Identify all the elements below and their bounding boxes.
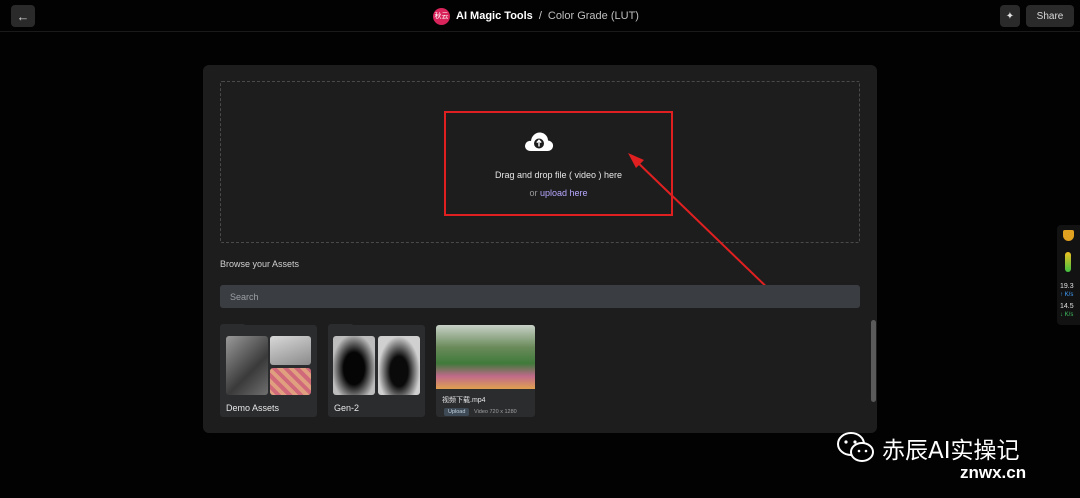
upload-speed: 19.3 [1060, 283, 1074, 290]
browse-assets-label: Browse your Assets [220, 259, 300, 269]
app-name[interactable]: AI Magic Tools [456, 10, 533, 22]
upload-line: or upload here [444, 188, 673, 198]
watermark-text: 赤辰AI实操记 [882, 438, 1020, 464]
drop-instruction: Drag and drop file ( video ) here [494, 170, 623, 180]
upload-link[interactable]: upload here [540, 188, 588, 198]
video-meta: Video 720 x 1280 [474, 409, 517, 415]
upload-badge: Upload [444, 408, 470, 416]
arrow-left-icon: ← [16, 8, 30, 24]
top-bar: ← 秋云 AI Magic Tools / Color Grade (LUT) … [0, 0, 1080, 32]
video-filename: 视频下载.mp4 [442, 397, 486, 404]
folder-label: Demo Assets [226, 403, 280, 413]
sparkle-icon: ✦ [1005, 10, 1015, 22]
scrollbar[interactable] [871, 320, 876, 402]
back-button[interactable]: ← [11, 5, 35, 27]
cloud-upload-icon[interactable] [524, 130, 554, 152]
folder-thumbnail [226, 336, 268, 395]
download-speed: 14.5 [1060, 303, 1074, 310]
folder-thumbnail [270, 368, 311, 395]
or-text: or [529, 188, 540, 198]
video-asset-card[interactable]: 视频下载.mp4 Upload Video 720 x 1280 [436, 325, 535, 417]
search-input[interactable] [220, 285, 860, 308]
wechat-icon [837, 432, 874, 462]
watermark-site: znwx.cn [960, 463, 1027, 482]
breadcrumb-separator: / [538, 10, 542, 22]
breadcrumb: 秋云 AI Magic Tools / Color Grade (LUT) [433, 7, 639, 25]
upload-highlight-box [444, 111, 673, 216]
folder-thumbnail [270, 336, 311, 365]
shield-icon [1063, 230, 1074, 241]
tool-name: Color Grade (LUT) [547, 10, 639, 22]
upload-unit: ↑ K/s [1060, 292, 1074, 298]
folder-label: Gen-2 [334, 403, 360, 413]
video-thumbnail [436, 325, 535, 389]
gauge-icon [1065, 252, 1071, 272]
watermark: 赤辰AI实操记 [836, 428, 1076, 468]
folder-thumbnail [333, 336, 375, 395]
app-logo: 秋云 [433, 7, 450, 25]
download-unit: ↓ K/s [1060, 312, 1074, 318]
share-button[interactable]: Share [1026, 5, 1074, 27]
folder-demo-assets[interactable]: Demo Assets [220, 325, 317, 417]
folder-thumbnail [378, 336, 420, 395]
folder-gen-2[interactable]: Gen-2 [328, 325, 425, 417]
sparkle-button[interactable]: ✦ [1000, 5, 1020, 27]
